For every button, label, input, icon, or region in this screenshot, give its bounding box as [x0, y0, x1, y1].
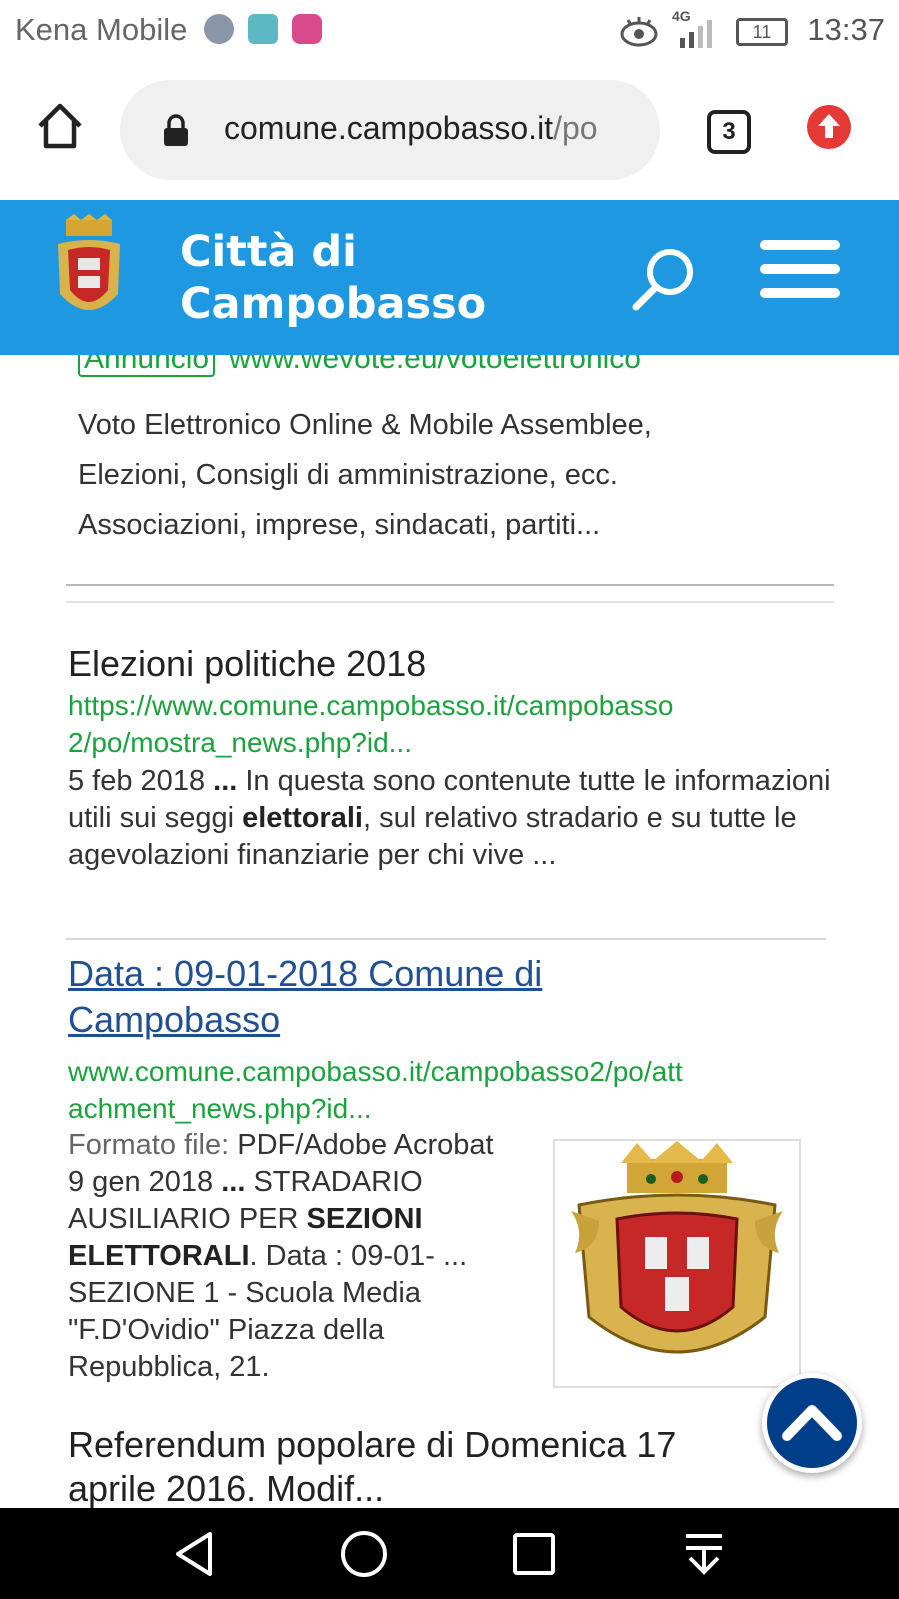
result-date: 9 gen 2018: [68, 1166, 214, 1198]
result-title[interactable]: Data : 09-01-2018 Comune di Campobasso: [68, 951, 542, 1043]
back-triangle-icon[interactable]: [170, 1528, 222, 1580]
result-url[interactable]: www.comune.campobasso.it/campobasso2/po/…: [68, 1053, 828, 1127]
url-text: comune.campobasso.it/po: [224, 110, 598, 147]
tab-switcher-button[interactable]: 3: [707, 110, 751, 154]
result-date: 5 feb 2018: [68, 765, 206, 797]
arrow-up-icon[interactable]: [806, 104, 852, 150]
ad-divider: [66, 584, 834, 586]
result-url-line: 2/po/mostra_news.php?id...: [68, 727, 412, 758]
ad-desc-line: Elezioni, Consigli di amministrazione, e…: [78, 459, 618, 491]
site-title-line2: Campobasso: [180, 279, 487, 329]
result-snippet: 9 gen 2018 ... STRADARIO AUSILIARIO PER …: [68, 1164, 518, 1386]
result-snippet: 5 feb 2018 ... In questa sono contenute …: [68, 763, 833, 874]
result-url[interactable]: https://www.comune.campobasso.it/campoba…: [68, 687, 828, 761]
result-title[interactable]: Elezioni politiche 2018: [68, 643, 426, 685]
menu-line: [760, 240, 840, 250]
menu-line: [760, 288, 840, 298]
result-title-cut[interactable]: aprile 2016. Modif...: [68, 1468, 384, 1508]
url-path: /po: [553, 110, 598, 146]
coat-of-arms-image: [571, 1141, 783, 1354]
ad-url-line[interactable]: Annuncio www.wevote.eu/votoelettronico: [78, 355, 641, 377]
hamburger-menu-icon[interactable]: [750, 230, 850, 320]
lock-icon: [164, 114, 188, 146]
chevron-up-icon: [782, 1405, 842, 1441]
carrier-name: Kena Mobile: [15, 12, 188, 47]
menu-line: [760, 264, 840, 274]
file-format: Formato file: PDF/Adobe Acrobat: [68, 1127, 548, 1164]
search-icon[interactable]: [630, 244, 700, 314]
ad-description: Voto Elettronico Online & Mobile Assembl…: [78, 400, 838, 550]
battery-icon: 11: [736, 18, 788, 46]
site-header: Città di Campobasso: [0, 200, 899, 355]
ad-desc-line: Associazioni, imprese, sindacati, partit…: [78, 509, 601, 541]
eye-comfort-icon: [620, 17, 658, 47]
coat-of-arms-logo[interactable]: [50, 214, 128, 334]
ad-badge: Annuncio: [78, 355, 216, 377]
recents-square-icon[interactable]: [508, 1528, 560, 1580]
result-url-line: https://www.comune.campobasso.it/campoba…: [68, 690, 674, 721]
ad-divider-light: [66, 601, 834, 603]
battery-level: 11: [752, 22, 772, 42]
address-bar[interactable]: comune.campobasso.it/po: [120, 80, 660, 180]
site-title-line1: Città di: [180, 227, 357, 277]
instagram-notification-icon: [292, 14, 322, 44]
result-thumbnail[interactable]: [553, 1139, 801, 1388]
system-nav-bar: [0, 1508, 899, 1599]
file-format-value: PDF/Adobe Acrobat: [229, 1129, 494, 1161]
gallery-notification-icon: [248, 14, 278, 44]
snippet-ellipsis: ...: [213, 765, 238, 797]
notification-pull-down-icon[interactable]: [678, 1528, 730, 1580]
result-title-line: Campobasso: [68, 999, 281, 1040]
signal-icon: [680, 20, 712, 48]
result-divider: [66, 938, 826, 940]
result-url-line: www.comune.campobasso.it/campobasso2/po/…: [68, 1056, 683, 1087]
url-host: comune.campobasso.it: [224, 110, 554, 146]
site-title[interactable]: Città di Campobasso: [180, 226, 486, 330]
file-format-label: Formato file:: [68, 1129, 230, 1161]
search-results: Annuncio www.wevote.eu/votoelettronico Vo…: [0, 355, 899, 1508]
check-notification-icon: [204, 14, 234, 44]
browser-toolbar: comune.campobasso.it/po 3: [0, 62, 899, 200]
home-circle-icon[interactable]: [338, 1528, 390, 1580]
ad-url: www.wevote.eu/votoelettronico: [229, 355, 641, 375]
result-title[interactable]: Referendum popolare di Domenica 17: [68, 1424, 676, 1466]
clock: 13:37: [807, 12, 885, 47]
result-title-line: Data : 09-01-2018 Comune di: [68, 953, 543, 994]
ad-desc-line: Voto Elettronico Online & Mobile Assembl…: [78, 409, 652, 441]
snippet-bold: elettorali: [242, 802, 363, 834]
result-url-line: achment_news.php?id...: [68, 1093, 372, 1124]
home-icon[interactable]: [36, 102, 84, 150]
status-bar: Kena Mobile 4G 11 13:37: [0, 0, 899, 62]
back-to-top-button[interactable]: [762, 1373, 862, 1473]
snippet-ellipsis: ...: [221, 1166, 246, 1198]
